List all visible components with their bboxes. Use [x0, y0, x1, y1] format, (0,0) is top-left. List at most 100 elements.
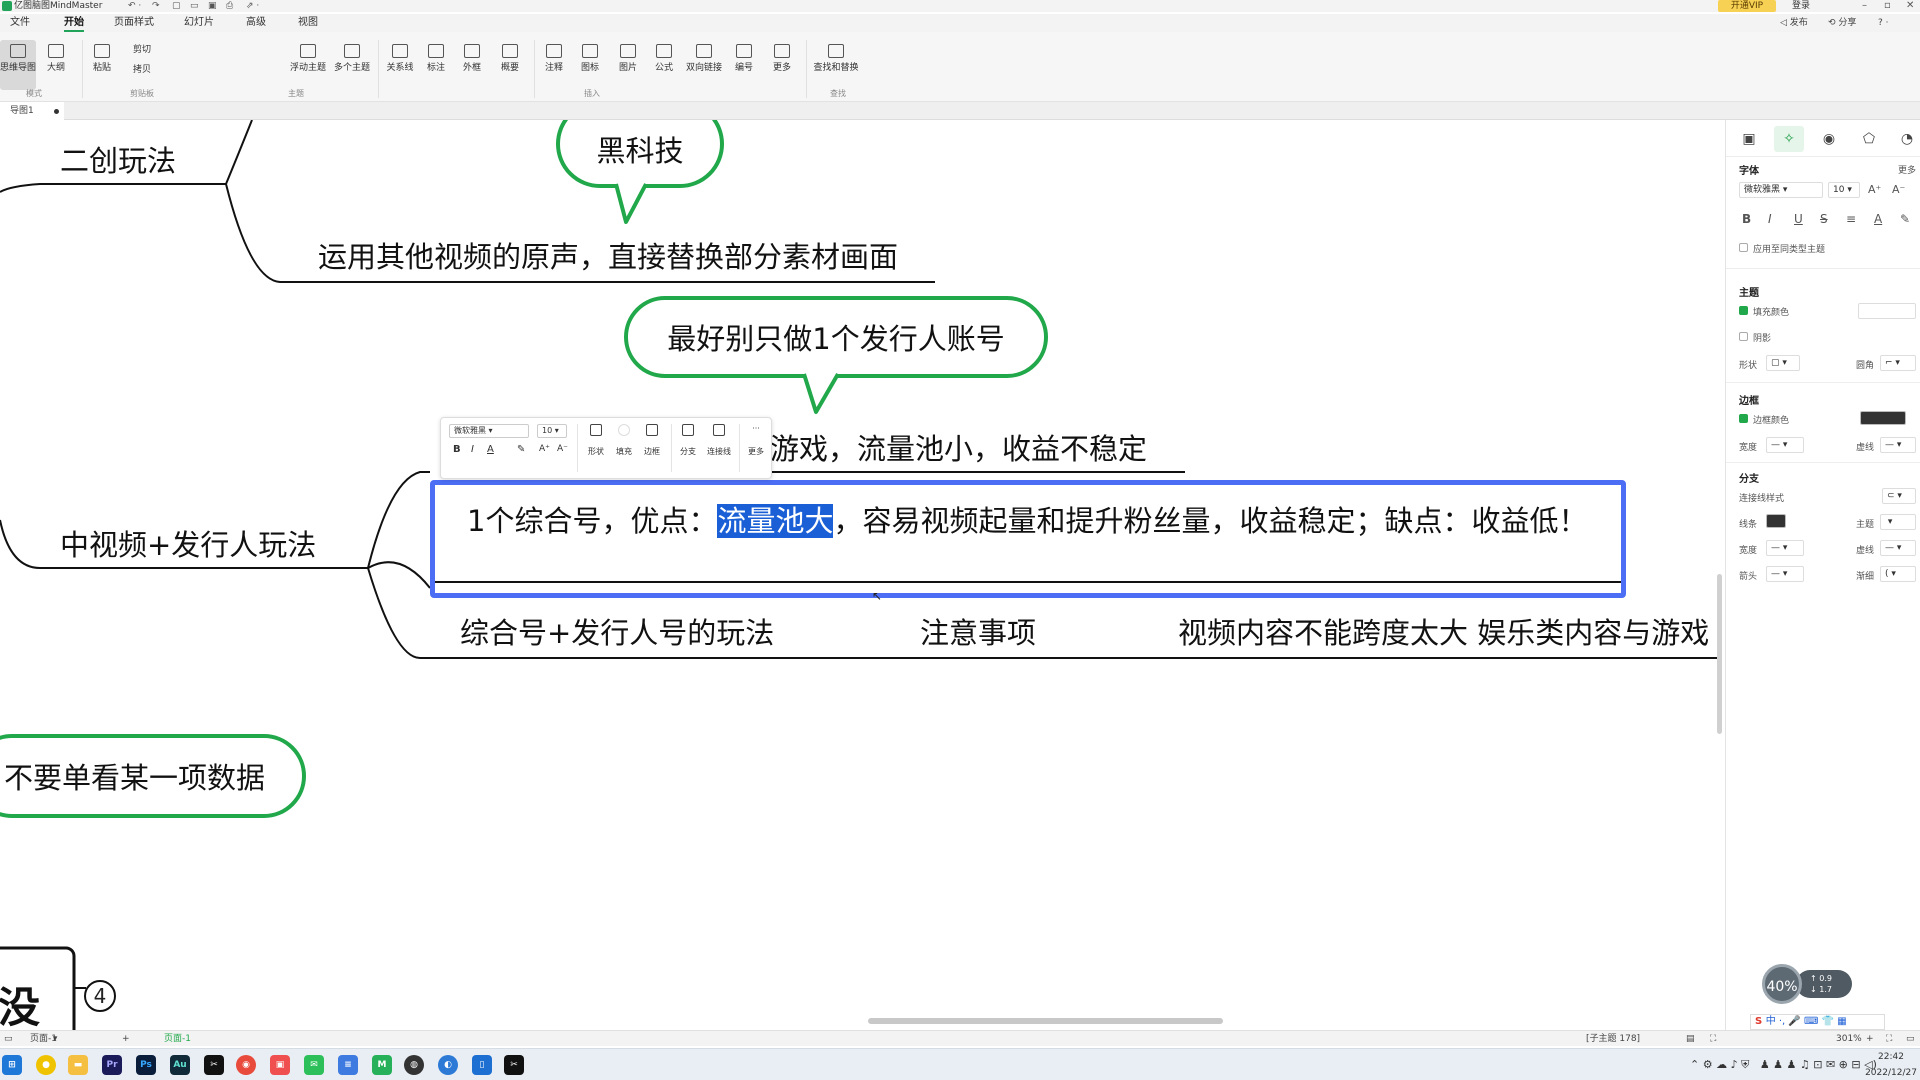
- add-page-icon[interactable]: +: [122, 1031, 130, 1047]
- close-icon[interactable]: ✕: [1906, 0, 1914, 12]
- publish-button[interactable]: ◁ 发布: [1780, 14, 1808, 32]
- tab-file[interactable]: 文件: [10, 14, 30, 32]
- vip-button[interactable]: 开通VIP: [1718, 0, 1776, 12]
- obs-icon[interactable]: ◍: [404, 1055, 424, 1075]
- layout-icon[interactable]: ▭: [1906, 1031, 1915, 1047]
- mindmap-mode-button[interactable]: 思维导图: [0, 40, 36, 90]
- copy-button[interactable]: 拷贝: [122, 62, 162, 80]
- panel-tab-style-icon[interactable]: ✧: [1774, 126, 1804, 152]
- open-file-icon[interactable]: ▭: [190, 0, 199, 12]
- multi-topic-button[interactable]: 多个主题: [332, 40, 372, 90]
- tray-icons[interactable]: ⌃ ⚙ ☁ ♪ ⛨ ♟ ♟ ♟ ♫ ⊡ ✉ ⊕ ⊟ ◁): [1690, 1057, 1877, 1073]
- image-button[interactable]: 图片: [610, 40, 646, 90]
- topic-remix[interactable]: 二创玩法: [60, 138, 176, 180]
- corner-select[interactable]: ⌐ ▾: [1880, 355, 1916, 371]
- mini-font-select[interactable]: 微软雅黑 ▾: [449, 424, 529, 438]
- border-width-select[interactable]: — ▾: [1766, 437, 1804, 453]
- more-button[interactable]: 更多: [764, 40, 800, 90]
- new-file-icon[interactable]: ▢: [172, 0, 181, 12]
- line-width-select[interactable]: — ▾: [1766, 540, 1804, 556]
- shape-select[interactable]: ▢ ▾: [1766, 355, 1800, 371]
- child-count-badge[interactable]: 4: [84, 980, 116, 1012]
- icon-button[interactable]: 图标: [572, 40, 608, 90]
- premiere-icon[interactable]: Pr: [102, 1055, 122, 1075]
- topic-notice[interactable]: 注意事项: [920, 610, 1036, 652]
- tab-start[interactable]: 开始: [64, 14, 84, 32]
- tab-advanced[interactable]: 高级: [246, 14, 266, 32]
- bilink-button[interactable]: 双向链接: [684, 40, 724, 90]
- outline-mode-button[interactable]: 大纲: [38, 40, 74, 90]
- photoshop-icon[interactable]: Ps: [136, 1055, 156, 1075]
- callout-tech[interactable]: 黑科技: [556, 120, 724, 188]
- formula-button[interactable]: 公式: [646, 40, 682, 90]
- callout-one-account[interactable]: 最好别只做1个发行人账号: [624, 296, 1048, 378]
- line-color-swatch[interactable]: [1766, 514, 1786, 528]
- minimize-icon[interactable]: –: [1862, 0, 1867, 12]
- mini-branch-button[interactable]: 分支: [675, 424, 701, 457]
- cut-button[interactable]: 剪切: [122, 42, 162, 60]
- ime-toolbar[interactable]: S 中 ·, 🎤 ⌨ 👕 ▦: [1750, 1014, 1885, 1030]
- help-button[interactable]: ? ·: [1878, 14, 1889, 32]
- selected-topic[interactable]: 1个综合号，优点：流量池大，容易视频起量和提升粉丝量，收益稳定；缺点：收益低！: [430, 480, 1626, 598]
- bold-icon[interactable]: B: [1742, 212, 1751, 226]
- panel-font-select[interactable]: 微软雅黑 ▾: [1739, 182, 1823, 198]
- note-button[interactable]: 注释: [536, 40, 572, 90]
- fullscreen-icon[interactable]: ⛶: [1710, 1031, 1716, 1047]
- panel-tab-theme-icon[interactable]: ⬠: [1854, 126, 1884, 152]
- shrink-font-icon[interactable]: A⁻: [1892, 183, 1905, 196]
- page-tab[interactable]: 页面-1: [164, 1031, 191, 1047]
- topic-mid-video[interactable]: 中视频+发行人玩法: [60, 522, 316, 564]
- topic-combo[interactable]: 综合号+发行人号的玩法: [460, 610, 774, 652]
- red-app-icon[interactable]: ▣: [270, 1055, 290, 1075]
- browser-icon[interactable]: ◐: [438, 1055, 458, 1075]
- shadow-checkbox[interactable]: [1739, 332, 1748, 341]
- capcut-2-icon[interactable]: ✂: [504, 1055, 524, 1075]
- doc-tab[interactable]: 导图1: [0, 102, 64, 120]
- callout-button[interactable]: 标注: [418, 40, 454, 90]
- callout-data[interactable]: 不要单看某一项数据: [0, 734, 306, 818]
- netease-music-icon[interactable]: ◉: [236, 1055, 256, 1075]
- panel-tab-page-icon[interactable]: ▣: [1734, 126, 1764, 152]
- fit-page-icon[interactable]: ▤: [1686, 1031, 1695, 1047]
- numbering-button[interactable]: 编号: [726, 40, 762, 90]
- tab-page-style[interactable]: 页面样式: [114, 14, 154, 32]
- fill-color-select[interactable]: [1858, 303, 1916, 319]
- apply-same-checkbox[interactable]: [1739, 243, 1748, 252]
- underline-icon[interactable]: U: [1794, 212, 1803, 226]
- mini-border-button[interactable]: 边框: [639, 424, 665, 457]
- mini-font-color-button[interactable]: A: [487, 444, 494, 455]
- line-dash-select[interactable]: — ▾: [1880, 540, 1916, 556]
- fill-color-checkbox[interactable]: [1739, 306, 1748, 315]
- relation-button[interactable]: 关系线: [382, 40, 418, 90]
- tab-view[interactable]: 视图: [298, 14, 318, 32]
- mini-connector-button[interactable]: 连接线: [703, 424, 735, 457]
- align-icon[interactable]: ≡: [1846, 212, 1856, 226]
- chrome-icon[interactable]: ●: [36, 1055, 56, 1075]
- panel-size-select[interactable]: 10 ▾: [1828, 182, 1860, 198]
- start-menu-icon[interactable]: ⊞: [2, 1055, 22, 1075]
- share-button[interactable]: ⟲ 分享: [1828, 14, 1856, 32]
- notes-icon[interactable]: ≡: [338, 1055, 358, 1075]
- mini-more-button[interactable]: ··· 更多: [743, 424, 769, 457]
- login-button[interactable]: 登录: [1792, 0, 1810, 12]
- mini-size-select[interactable]: 10 ▾: [537, 424, 567, 438]
- paste-button[interactable]: 粘贴: [84, 40, 120, 90]
- vertical-scrollbar[interactable]: [1717, 574, 1722, 734]
- topic-behind-toolbar[interactable]: 游戏，流量池小，收益不稳定: [770, 426, 1147, 468]
- capcut-icon[interactable]: ✂: [204, 1055, 224, 1075]
- arrow-select[interactable]: — ▾: [1766, 566, 1804, 582]
- print-icon[interactable]: ⎙: [226, 0, 233, 12]
- panel-tab-marker-icon[interactable]: ◉: [1814, 126, 1844, 152]
- boundary-button[interactable]: 外框: [454, 40, 490, 90]
- selected-topic-text[interactable]: 1个综合号，优点：流量池大，容易视频起量和提升粉丝量，收益稳定；缺点：收益低！: [467, 501, 1607, 541]
- mini-italic-button[interactable]: I: [471, 444, 474, 455]
- border-color-swatch[interactable]: [1860, 411, 1906, 425]
- mini-shrink-font-button[interactable]: A⁻: [557, 444, 568, 454]
- undo-icon[interactable]: ↶ ·: [128, 0, 141, 12]
- file-explorer-icon[interactable]: ▬: [68, 1055, 88, 1075]
- border-dash-select[interactable]: — ▾: [1880, 437, 1916, 453]
- summary-button[interactable]: 概要: [492, 40, 528, 90]
- maximize-icon[interactable]: ▫: [1884, 0, 1891, 12]
- redo-icon[interactable]: ↷: [152, 0, 160, 12]
- mindmap-canvas[interactable]: 二创玩法 运用其他视频的原声，直接替换部分素材画面 中视频+发行人玩法 游戏，流…: [0, 120, 1722, 1030]
